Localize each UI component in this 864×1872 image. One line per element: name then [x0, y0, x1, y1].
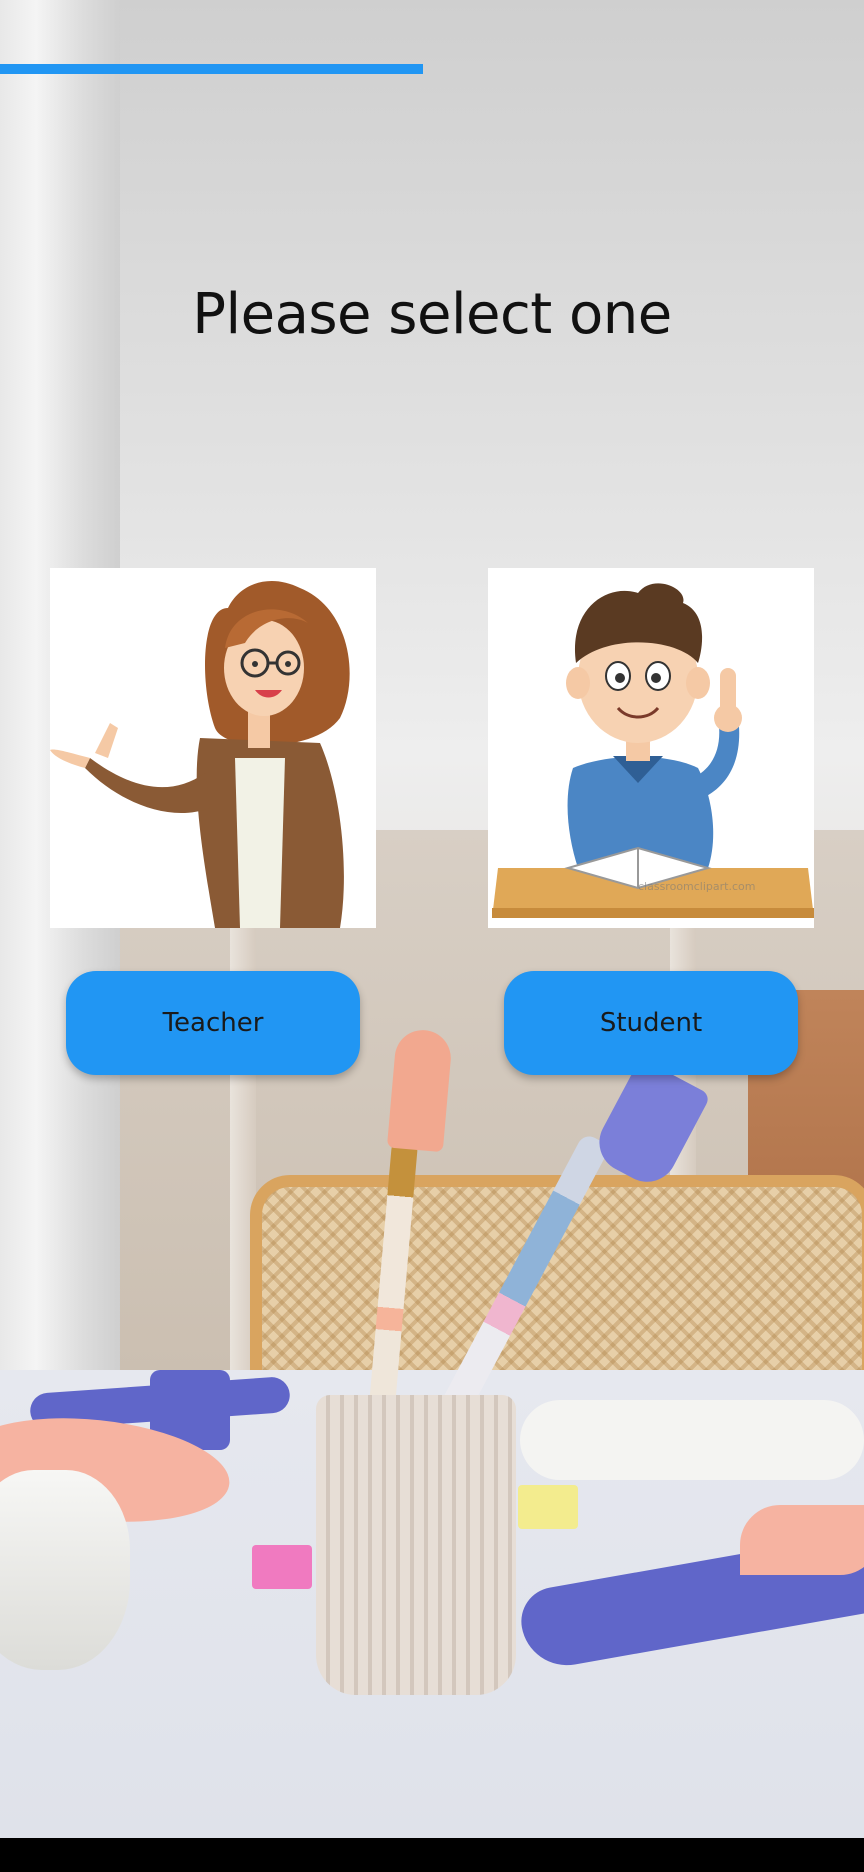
background-clip	[252, 1545, 312, 1589]
teacher-image[interactable]	[50, 568, 376, 928]
system-navigation-bar	[0, 1838, 864, 1872]
background-paper-shape	[740, 1505, 864, 1575]
progress-bar	[0, 64, 864, 74]
background-brush-tip	[386, 1027, 454, 1153]
background-bowl	[0, 1470, 130, 1670]
background-brush-cup	[316, 1395, 516, 1695]
teacher-button[interactable]: Teacher	[66, 971, 360, 1075]
background-palette	[520, 1400, 864, 1480]
teacher-illustration-icon	[50, 568, 376, 928]
watermark-text: classroomclipart.com	[638, 880, 756, 893]
student-illustration-icon	[488, 568, 814, 928]
student-image[interactable]: classroomclipart.com	[488, 568, 814, 928]
background-clip	[518, 1485, 578, 1529]
progress-bar-fill	[0, 64, 424, 74]
page-title: Please select one	[192, 282, 672, 347]
student-button[interactable]: Student	[504, 971, 798, 1075]
